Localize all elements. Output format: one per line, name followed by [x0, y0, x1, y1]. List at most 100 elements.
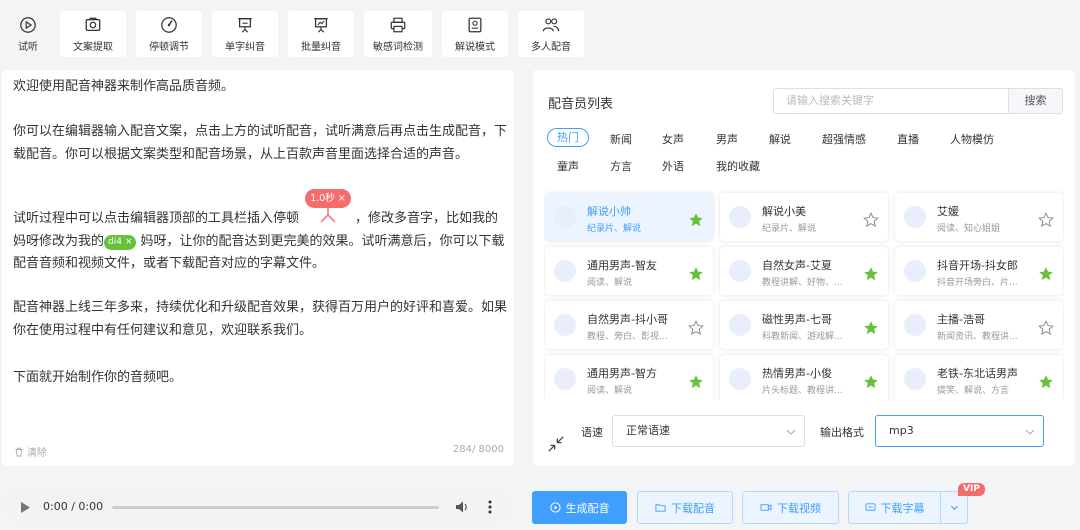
- voice-card[interactable]: 解说小美 纪录片、解说: [720, 193, 888, 241]
- star-icon[interactable]: [1038, 266, 1054, 282]
- voice-card[interactable]: 通用男声-智方 阅读、解说: [545, 355, 713, 400]
- char-counter: 284/ 8000: [452, 444, 504, 455]
- category-child[interactable]: 童声: [557, 158, 579, 174]
- star-icon[interactable]: [688, 374, 704, 390]
- avatar: [554, 368, 576, 390]
- category-favorites[interactable]: 我的收藏: [716, 158, 760, 174]
- download-video-label: 下载视频: [777, 501, 821, 515]
- pause-gauge-icon: [161, 17, 177, 33]
- video-icon: [760, 504, 772, 511]
- category-imitation[interactable]: 人物模仿: [950, 131, 994, 147]
- star-icon[interactable]: [688, 266, 704, 282]
- voice-card[interactable]: 主播-浩哥 新闻资讯、教程讲...: [895, 301, 1063, 349]
- format-select[interactable]: mp3: [875, 415, 1044, 447]
- search-input[interactable]: 请输入搜索关键字: [773, 88, 1008, 114]
- polyphone-tag[interactable]: di4 ×: [104, 234, 137, 250]
- voice-card[interactable]: 自然女声-艾夏 教程讲解、好物、...: [720, 247, 888, 295]
- tool-narration-mode[interactable]: 解说模式: [442, 11, 508, 57]
- more-vertical-icon[interactable]: [487, 500, 493, 514]
- easel-icon: [238, 18, 252, 33]
- progress-slider[interactable]: [112, 506, 439, 509]
- download-audio-label: 下载配音: [671, 501, 715, 515]
- voice-name: 通用男声-智方: [587, 367, 657, 380]
- download-subtitle-button[interactable]: 下载字幕: [848, 491, 941, 524]
- audio-player: 0:00 / 0:00: [3, 491, 512, 523]
- voice-card[interactable]: 热情男声-小俊 片头标题、教程讲...: [720, 355, 888, 400]
- voice-card[interactable]: 抖音开场-抖女郎 抖音开场旁白、片...: [895, 247, 1063, 295]
- voice-card[interactable]: 通用男声-智友 阅读、解说: [545, 247, 713, 295]
- voice-tags: 纪录片、解说: [587, 224, 642, 234]
- subtitle-icon: [864, 503, 876, 511]
- text-editor[interactable]: 欢迎使用配音神器来制作高品质音频。 你可以在编辑器输入配音文案，点击上方的试听配…: [2, 70, 514, 466]
- voice-tags: 教程、旁白、影视...: [587, 332, 668, 342]
- star-icon[interactable]: [1038, 374, 1054, 390]
- category-narration[interactable]: 解说: [769, 131, 791, 147]
- voice-tags: 教程讲解、好物、...: [762, 278, 843, 288]
- voice-card[interactable]: 磁性男声-七哥 科教新闻、游戏解...: [720, 301, 888, 349]
- star-outline-icon[interactable]: [1038, 320, 1054, 336]
- speed-label: 语速: [581, 426, 603, 439]
- avatar: [904, 368, 926, 390]
- voice-name: 主播-浩哥: [937, 313, 985, 326]
- chevron-down-icon: [1025, 429, 1035, 435]
- avatar: [729, 368, 751, 390]
- printer-icon: [390, 17, 406, 33]
- avatar: [904, 260, 926, 282]
- tool-pause-adjust[interactable]: 停顿调节: [136, 11, 202, 57]
- download-audio-button[interactable]: 下载配音: [637, 491, 733, 524]
- category-foreign[interactable]: 外语: [662, 158, 684, 174]
- category-news[interactable]: 新闻: [610, 131, 632, 147]
- editor-paragraph: 试听过程中可以点击编辑器顶部的工具栏插入停顿 ，修改多音字，比如我的妈呀修改为我的…: [13, 208, 508, 276]
- tool-label: 多人配音: [531, 42, 571, 53]
- search-button[interactable]: 搜索: [1008, 88, 1063, 114]
- play-icon[interactable]: [21, 502, 30, 513]
- voice-name: 抖音开场-抖女郎: [937, 259, 1018, 272]
- tool-label: 文案提取: [73, 42, 113, 53]
- category-female[interactable]: 女声: [662, 131, 684, 147]
- category-dialect[interactable]: 方言: [610, 158, 632, 174]
- category-hot[interactable]: 热门: [547, 128, 589, 147]
- volume-icon[interactable]: [455, 500, 469, 514]
- collapse-icon[interactable]: [547, 435, 565, 453]
- voice-card[interactable]: 艾媛 阅读、知心姐姐: [895, 193, 1063, 241]
- editor-paragraph: 下面就开始制作你的音频吧。: [13, 370, 183, 385]
- star-icon[interactable]: [863, 266, 879, 282]
- player-time: 0:00 / 0:00: [43, 500, 104, 513]
- category-emotion[interactable]: 超强情感: [822, 131, 866, 147]
- panel-title: 配音员列表: [548, 97, 614, 112]
- download-video-button[interactable]: 下载视频: [742, 491, 839, 524]
- tool-label: 敏感词检测: [373, 42, 423, 53]
- format-value: mp3: [889, 424, 914, 437]
- tool-listen[interactable]: 试听: [8, 11, 48, 57]
- star-outline-icon[interactable]: [1038, 212, 1054, 228]
- generate-label: 生成配音: [565, 501, 610, 515]
- tool-batch-correction[interactable]: 批量纠音: [288, 11, 354, 57]
- voice-name: 磁性男声-七哥: [762, 313, 832, 326]
- voice-card[interactable]: 自然男声-抖小哥 教程、旁白、影视...: [545, 301, 713, 349]
- avatar: [554, 314, 576, 336]
- tool-sensitive-check[interactable]: 敏感词检测: [364, 11, 432, 57]
- chevron-down-icon: [950, 505, 958, 511]
- category-live[interactable]: 直播: [897, 131, 919, 147]
- avatar: [554, 206, 576, 228]
- voice-card[interactable]: 解说小帅 纪录片、解说: [545, 193, 713, 241]
- speed-select[interactable]: 正常语速: [612, 415, 805, 447]
- clear-button[interactable]: 清除: [14, 444, 47, 459]
- star-icon[interactable]: [863, 320, 879, 336]
- star-icon[interactable]: [688, 212, 704, 228]
- voice-card[interactable]: 老铁-东北话男声 搞笑、解说、方言: [895, 355, 1063, 400]
- document-scan-icon: [468, 17, 482, 33]
- tool-text-extract[interactable]: 文案提取: [60, 11, 126, 57]
- play-circle-icon: [20, 17, 36, 33]
- tool-multi-voice[interactable]: 多人配音: [518, 11, 584, 57]
- generate-button[interactable]: 生成配音: [532, 491, 627, 524]
- download-subtitle-label: 下载字幕: [880, 501, 925, 515]
- tool-single-correction[interactable]: 单字纠音: [212, 11, 278, 57]
- category-male[interactable]: 男声: [716, 131, 738, 147]
- star-outline-icon[interactable]: [688, 320, 704, 336]
- star-outline-icon[interactable]: [863, 212, 879, 228]
- voice-name: 艾媛: [937, 205, 959, 218]
- voice-name: 热情男声-小俊: [762, 367, 832, 380]
- star-icon[interactable]: [863, 374, 879, 390]
- speed-value: 正常语速: [626, 424, 670, 437]
